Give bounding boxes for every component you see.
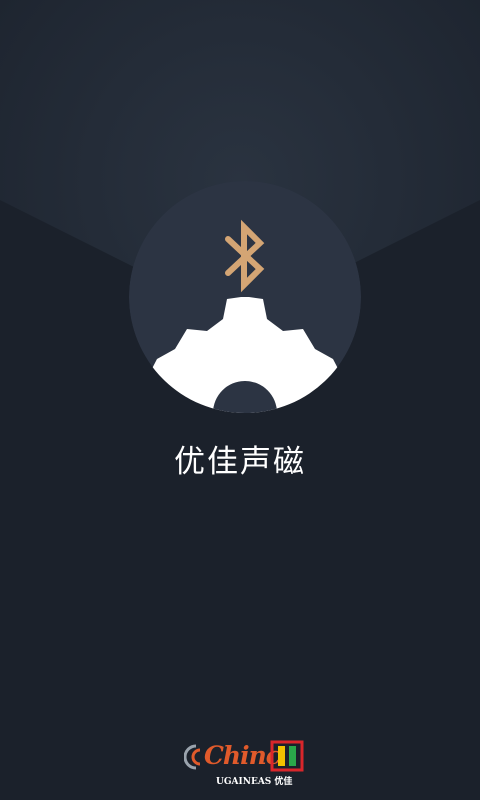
app-name: 优佳声磁 [174, 444, 306, 480]
door-frame-icon [270, 740, 304, 772]
app-logo [129, 181, 361, 413]
splash-screen: 优佳声磁 Chinc UGAINEAS 优佳 [0, 0, 480, 800]
bluetooth-icon [225, 219, 265, 293]
brand-tagline: UGAINEAS 优佳 [216, 777, 293, 787]
logo-graphic [129, 181, 361, 413]
brand-wordmark: Chinc [204, 741, 281, 770]
brand-logo: Chinc UGAINEAS 优佳 [184, 738, 310, 788]
